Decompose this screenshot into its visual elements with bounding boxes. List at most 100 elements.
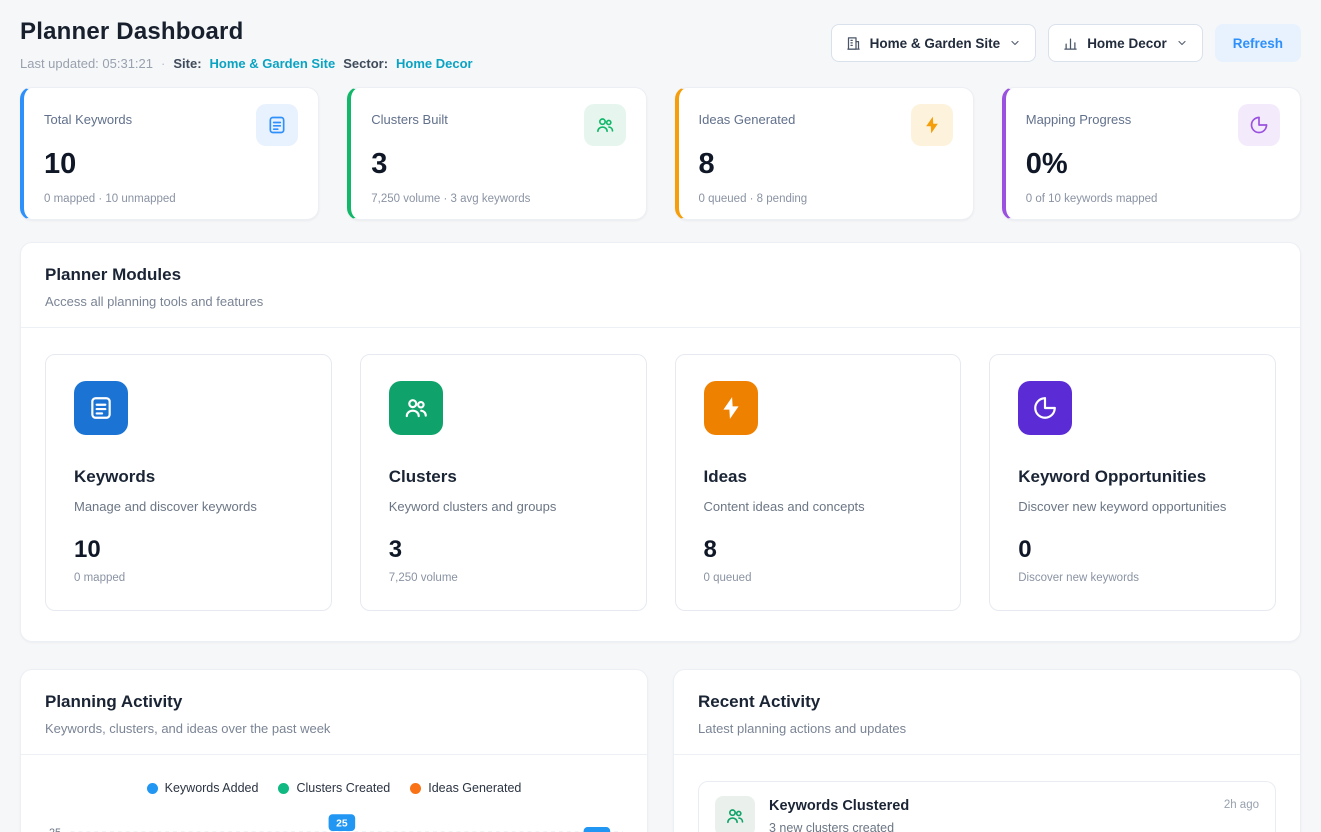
- stat-label: Clusters Built: [371, 104, 448, 127]
- refresh-button[interactable]: Refresh: [1215, 24, 1301, 62]
- sector-label: Sector:: [343, 56, 388, 71]
- module-caption: Discover new keywords: [1018, 572, 1247, 584]
- site-selector-dropdown[interactable]: Home & Garden Site: [831, 24, 1037, 62]
- lightning-icon: [704, 381, 758, 435]
- panel-subtitle: Keywords, clusters, and ideas over the p…: [45, 721, 623, 736]
- panel-title: Recent Activity: [698, 692, 1276, 712]
- recent-activity-panel: Recent Activity Latest planning actions …: [673, 669, 1301, 832]
- planning-activity-head: Planning Activity Keywords, clusters, an…: [21, 670, 647, 736]
- stat-label: Ideas Generated: [699, 104, 796, 127]
- stat-value: 3: [371, 148, 625, 181]
- meta-separator: ·: [161, 56, 165, 71]
- bar-chart-icon: [1063, 36, 1078, 51]
- stat-caption: 7,250 volume · 3 avg keywords: [371, 193, 625, 205]
- users-icon: [584, 104, 626, 146]
- users-icon: [715, 796, 755, 832]
- stat-value: 8: [699, 148, 953, 181]
- stat-value: 10: [44, 148, 298, 181]
- module-caption: 7,250 volume: [389, 572, 618, 584]
- last-updated-text: Last updated: 05:31:21: [20, 56, 153, 71]
- site-link[interactable]: Home & Garden Site: [210, 56, 336, 71]
- stats-row: Total Keywords 10 0 mapped · 10 unmapped…: [20, 87, 1301, 220]
- lightning-icon: [911, 104, 953, 146]
- stat-card-ideas-generated: Ideas Generated 8 0 queued · 8 pending: [675, 87, 974, 220]
- chevron-down-icon: [1176, 37, 1188, 49]
- activity-item-timestamp: 2h ago: [1224, 796, 1259, 811]
- activity-item-description: 3 new clusters created: [769, 821, 1210, 832]
- module-title: Keywords: [74, 467, 303, 487]
- svg-text:25: 25: [336, 819, 348, 830]
- legend-dot: [278, 783, 289, 794]
- point-label-25: 25: [329, 814, 356, 831]
- legend-item-ideas-generated: Ideas Generated: [410, 781, 521, 795]
- site-label: Site:: [173, 56, 201, 71]
- point-label-24: 24: [584, 827, 611, 832]
- stat-label: Total Keywords: [44, 104, 132, 127]
- planning-activity-panel: Planning Activity Keywords, clusters, an…: [20, 669, 648, 832]
- y-axis-tick: 25: [49, 827, 61, 832]
- legend-item-clusters-created: Clusters Created: [278, 781, 390, 795]
- legend-label: Keywords Added: [165, 781, 259, 795]
- stat-caption: 0 mapped · 10 unmapped: [44, 193, 298, 205]
- header-meta: Last updated: 05:31:21 · Site: Home & Ga…: [20, 56, 473, 71]
- panel-title: Planner Modules: [45, 265, 1276, 285]
- stat-label: Mapping Progress: [1026, 104, 1132, 127]
- module-title: Clusters: [389, 467, 618, 487]
- site-selector-label: Home & Garden Site: [870, 36, 1001, 51]
- module-description: Manage and discover keywords: [74, 499, 303, 514]
- header: Planner Dashboard Last updated: 05:31:21…: [20, 18, 1301, 71]
- legend-item-keywords-added: Keywords Added: [147, 781, 259, 795]
- stat-card-clusters-built: Clusters Built 3 7,250 volume · 3 avg ke…: [347, 87, 646, 220]
- module-value: 0: [1018, 536, 1247, 564]
- sector-link[interactable]: Home Decor: [396, 56, 473, 71]
- module-card-ideas[interactable]: Ideas Content ideas and concepts 8 0 que…: [675, 354, 962, 611]
- modules-grid: Keywords Manage and discover keywords 10…: [21, 328, 1300, 641]
- document-lines-icon: [74, 381, 128, 435]
- planner-modules-head: Planner Modules Access all planning tool…: [21, 243, 1300, 309]
- stat-caption: 0 queued · 8 pending: [699, 193, 953, 205]
- stat-card-total-keywords: Total Keywords 10 0 mapped · 10 unmapped: [20, 87, 319, 220]
- header-left: Planner Dashboard Last updated: 05:31:21…: [20, 18, 473, 71]
- module-card-clusters[interactable]: Clusters Keyword clusters and groups 3 7…: [360, 354, 647, 611]
- module-caption: 0 mapped: [74, 572, 303, 584]
- stat-card-mapping-progress: Mapping Progress 0% 0 of 10 keywords map…: [1002, 87, 1301, 220]
- divider: [674, 754, 1300, 755]
- module-description: Keyword clusters and groups: [389, 499, 618, 514]
- page-title: Planner Dashboard: [20, 18, 473, 46]
- planning-activity-chart: 25 25 24: [45, 809, 623, 832]
- module-description: Discover new keyword opportunities: [1018, 499, 1247, 514]
- module-title: Ideas: [704, 467, 933, 487]
- building-icon: [846, 36, 861, 51]
- activity-item-title: Keywords Clustered: [769, 798, 1210, 814]
- module-value: 8: [704, 536, 933, 564]
- legend-dot: [410, 783, 421, 794]
- panel-subtitle: Latest planning actions and updates: [698, 721, 1276, 736]
- stat-value: 0%: [1026, 148, 1280, 181]
- planner-dashboard-page: Planner Dashboard Last updated: 05:31:21…: [0, 0, 1321, 832]
- users-icon: [389, 381, 443, 435]
- module-caption: 0 queued: [704, 572, 933, 584]
- chevron-down-icon: [1009, 37, 1021, 49]
- legend-label: Clusters Created: [296, 781, 390, 795]
- module-value: 10: [74, 536, 303, 564]
- legend-dot: [147, 783, 158, 794]
- stat-caption: 0 of 10 keywords mapped: [1026, 193, 1280, 205]
- bottom-row: Planning Activity Keywords, clusters, an…: [20, 669, 1301, 832]
- module-description: Content ideas and concepts: [704, 499, 933, 514]
- planner-modules-panel: Planner Modules Access all planning tool…: [20, 242, 1301, 642]
- panel-title: Planning Activity: [45, 692, 623, 712]
- pie-chart-icon: [1018, 381, 1072, 435]
- sector-selector-label: Home Decor: [1087, 36, 1167, 51]
- recent-activity-head: Recent Activity Latest planning actions …: [674, 670, 1300, 736]
- module-title: Keyword Opportunities: [1018, 467, 1247, 487]
- activity-item-texts: Keywords Clustered 3 new clusters create…: [769, 796, 1210, 832]
- legend-label: Ideas Generated: [428, 781, 521, 795]
- divider: [21, 754, 647, 755]
- document-lines-icon: [256, 104, 298, 146]
- pie-chart-icon: [1238, 104, 1280, 146]
- header-controls: Home & Garden Site Home Decor Refresh: [831, 18, 1301, 62]
- sector-selector-dropdown[interactable]: Home Decor: [1048, 24, 1203, 62]
- module-card-keyword-opportunities[interactable]: Keyword Opportunities Discover new keywo…: [989, 354, 1276, 611]
- module-card-keywords[interactable]: Keywords Manage and discover keywords 10…: [45, 354, 332, 611]
- panel-subtitle: Access all planning tools and features: [45, 294, 1276, 309]
